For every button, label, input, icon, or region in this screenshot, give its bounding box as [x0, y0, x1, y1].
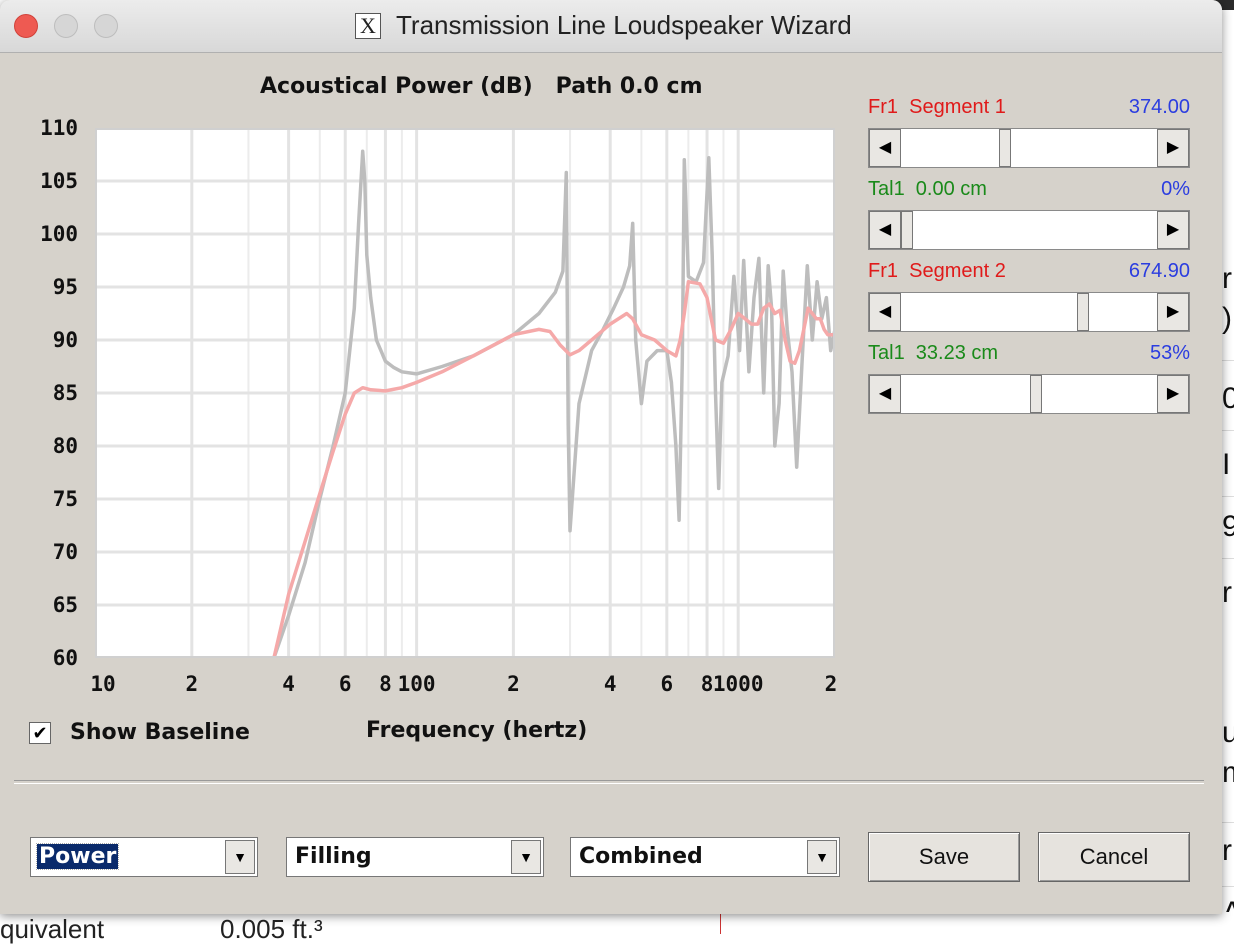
- y-tick-label: 100: [40, 222, 78, 246]
- dropdown-arrow-icon[interactable]: ▼: [511, 840, 541, 874]
- dropdown-arrow-icon[interactable]: ▼: [807, 840, 837, 874]
- slider-thumb[interactable]: [1030, 375, 1043, 413]
- slider-1-value: 374.00: [1128, 96, 1190, 118]
- background-fragment: ): [1222, 302, 1232, 335]
- window-title: Transmission Line Loudspeaker Wizard: [396, 10, 852, 40]
- background-fragment: m: [1222, 756, 1234, 790]
- scroll-left-arrow-icon[interactable]: ◀: [869, 375, 901, 413]
- segment-1-frequency-slider[interactable]: ◀ ▶: [868, 128, 1190, 168]
- y-tick-label: 95: [52, 275, 78, 299]
- background-value: 0.005 ft.³: [220, 914, 323, 944]
- x-tick-label: 100: [397, 672, 436, 696]
- slider-1-header: Fr1 Segment 1 374.00: [868, 96, 1190, 122]
- slider-4-header: Tal1 33.23 cm 53%: [868, 342, 1190, 368]
- slider-3-label: Fr1 Segment 2: [868, 260, 1006, 282]
- background-fragment: r: [1222, 834, 1232, 867]
- section-divider: [14, 780, 1204, 784]
- background-fragment: r: [1222, 576, 1232, 609]
- y-tick-label: 85: [52, 381, 78, 405]
- background-fragment: I: [1222, 448, 1231, 481]
- slider-4-label: Tal1 33.23 cm: [868, 342, 999, 364]
- y-tick-label: 90: [52, 328, 78, 352]
- slider-2-value: 0%: [1161, 178, 1190, 200]
- background-red-line: [720, 912, 721, 934]
- cancel-button[interactable]: Cancel: [1038, 832, 1190, 882]
- dropdown-arrow-icon[interactable]: ▼: [225, 840, 255, 874]
- segment-1-taper-slider[interactable]: ◀ ▶: [868, 210, 1190, 250]
- scroll-left-arrow-icon[interactable]: ◀: [869, 211, 901, 249]
- x-tick-label: 1000: [712, 672, 764, 696]
- plot-type-value: Power: [35, 843, 120, 870]
- save-button[interactable]: Save: [868, 832, 1020, 882]
- y-tick-label: 110: [40, 116, 78, 140]
- slider-3-header: Fr1 Segment 2 674.90: [868, 260, 1190, 286]
- background-separator: [1222, 496, 1234, 497]
- y-tick-label: 75: [52, 487, 78, 511]
- zoom-window-button[interactable]: [94, 14, 118, 38]
- background-fragment: 0: [1222, 382, 1234, 415]
- y-tick-label: 105: [40, 169, 78, 193]
- output-mode-value: Combined: [579, 844, 703, 869]
- checkmark-icon: ✔: [32, 723, 48, 743]
- slider-thumb[interactable]: [1076, 293, 1089, 331]
- y-tick-label: 70: [52, 540, 78, 564]
- x-tick-label: 2: [824, 672, 838, 696]
- background-fragment: 9: [1222, 510, 1234, 543]
- background-fragment: u: [1222, 716, 1234, 749]
- segment-2-taper-slider[interactable]: ◀ ▶: [868, 374, 1190, 414]
- slider-2-label: Tal1 0.00 cm: [868, 178, 987, 200]
- slider-thumb[interactable]: [998, 129, 1011, 167]
- background-window-bottom: quivalent 0.005 ft.³: [0, 912, 1234, 944]
- scroll-right-arrow-icon[interactable]: ▶: [1157, 375, 1189, 413]
- x-tick-label: 6: [338, 672, 352, 696]
- x-tick-label: 8: [700, 672, 714, 696]
- x-tick-label: 8: [379, 672, 392, 696]
- y-tick-label: 60: [52, 646, 78, 670]
- scroll-right-arrow-icon[interactable]: ▶: [1157, 293, 1189, 331]
- show-baseline-label[interactable]: Show Baseline: [70, 720, 250, 745]
- x-tick-label: 4: [282, 672, 295, 696]
- y-tick-label: 80: [52, 434, 78, 458]
- chart-title: Acoustical Power (dB) Path 0.0 cm: [260, 74, 703, 99]
- plot-area: [95, 128, 835, 658]
- scroll-right-arrow-icon[interactable]: ▶: [1157, 211, 1189, 249]
- x-tick-label: 10: [90, 672, 116, 696]
- output-mode-select[interactable]: Combined ▼: [570, 837, 840, 877]
- x-tick-label: 4: [603, 672, 617, 696]
- background-separator: [1222, 558, 1234, 559]
- x-tick-label: 6: [660, 672, 674, 696]
- background-separator: [1222, 360, 1234, 361]
- plot-type-select[interactable]: Power ▼: [30, 837, 258, 877]
- baseline-response-line: [272, 149, 835, 658]
- x-tick-label: 2: [185, 672, 199, 696]
- scroll-left-arrow-icon[interactable]: ◀: [869, 129, 901, 167]
- slider-1-label: Fr1 Segment 1: [868, 96, 1006, 118]
- slider-3-value: 674.90: [1128, 260, 1190, 282]
- background-label: quivalent: [0, 914, 105, 944]
- filling-select[interactable]: Filling ▼: [286, 837, 544, 877]
- show-baseline-checkbox[interactable]: ✔: [29, 722, 51, 744]
- background-separator: [1222, 430, 1234, 431]
- minimize-window-button[interactable]: [54, 14, 78, 38]
- slider-4-value: 53%: [1149, 342, 1190, 364]
- y-tick-label: 65: [52, 593, 78, 617]
- slider-thumb[interactable]: [901, 211, 913, 249]
- frequency-response-chart: [95, 128, 835, 658]
- x-axis-label: Frequency (hertz): [366, 718, 588, 743]
- filling-value: Filling: [295, 844, 372, 869]
- x-tick-label: 2: [507, 672, 520, 696]
- background-window-edge: r ) 0 I 9 r u m r A: [1222, 10, 1234, 934]
- scroll-left-arrow-icon[interactable]: ◀: [869, 293, 901, 331]
- scroll-right-arrow-icon[interactable]: ▶: [1157, 129, 1189, 167]
- app-icon: X: [355, 13, 381, 39]
- wizard-window: X Transmission Line Loudspeaker Wizard A…: [0, 0, 1222, 914]
- segment-2-frequency-slider[interactable]: ◀ ▶: [868, 292, 1190, 332]
- background-fragment: r: [1222, 262, 1232, 295]
- background-separator: [1222, 822, 1234, 823]
- slider-2-header: Tal1 0.00 cm 0%: [868, 178, 1190, 204]
- title-bar[interactable]: X Transmission Line Loudspeaker Wizard: [0, 0, 1222, 53]
- close-window-button[interactable]: [14, 14, 38, 38]
- background-separator: [1222, 886, 1234, 887]
